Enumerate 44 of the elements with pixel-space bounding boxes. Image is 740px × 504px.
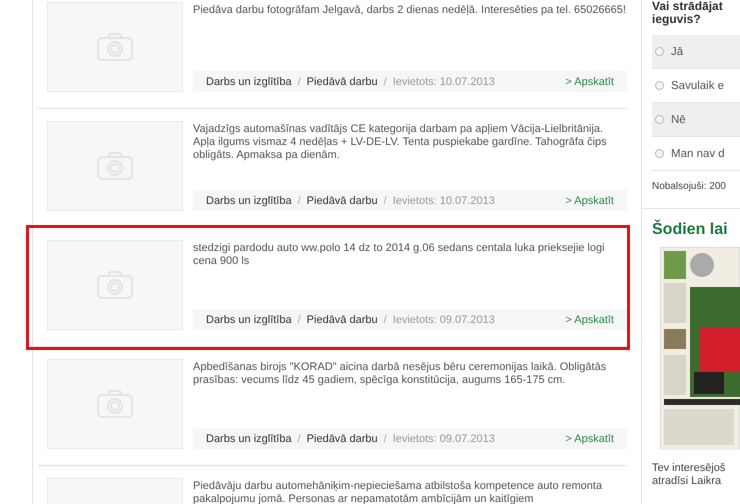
caption-text: Tev interesējoš atradīsi Laikra	[652, 462, 726, 488]
separator-slash: /	[384, 76, 387, 88]
listing-text: Piedāvāju darbu automehāniķim-nepieciešama atbilstoša kompetence auto remonta pakalpojumu jomā. Personas ar nepamatotām ambīcijām un kaitīgiem	[193, 480, 604, 504]
separator-slash: /	[384, 314, 387, 326]
poll-question: Vai strādājat ieguvis?	[652, 0, 724, 26]
option-label: Nē	[671, 114, 686, 126]
poll-option[interactable]: Jā	[652, 35, 740, 69]
separator-slash: /	[384, 194, 387, 206]
date-text: Ievietots: 10.07.2013	[392, 76, 495, 88]
option-label: Savulaik e	[671, 80, 724, 92]
date-text: Ievietots: 09.07.2013	[392, 432, 495, 444]
listing-text: Apbedīšanas birojs "KORAD" aicina darbā nesējus bēru ceremonijas laikā. Obligātās prasības: vecums līdz 45 gadiem, spēcīga konstitūcija, augums 165-175 cm.	[193, 361, 608, 387]
view-link[interactable]: > Apskatīt	[565, 432, 614, 444]
radio-button[interactable]	[655, 115, 664, 124]
separator-slash: /	[298, 76, 301, 88]
view-link[interactable]: > Apskatīt	[565, 314, 614, 326]
category-link[interactable]: Darbs un izglītība	[206, 194, 292, 206]
category-link[interactable]: Darbs un izglītība	[206, 314, 292, 326]
poll-option[interactable]: Nē	[652, 103, 740, 137]
option-label: Jā	[671, 46, 684, 58]
date-text: Ievietots: 09.07.2013	[392, 314, 495, 326]
view-link[interactable]: > Apskatīt	[565, 76, 614, 88]
separator-slash: /	[298, 194, 301, 206]
subcategory-link[interactable]: Piedāvā darbu	[306, 194, 378, 206]
vote-count: Nobalsojuši: 200	[652, 181, 727, 192]
subcategory-link[interactable]: Piedāvā darbu	[306, 76, 378, 88]
option-label: Man nav d	[671, 148, 725, 160]
separator-slash: /	[298, 314, 301, 326]
date-text: Ievietots: 10.07.2013	[392, 194, 495, 206]
separator-slash: /	[298, 432, 301, 444]
view-link[interactable]: > Apskatīt	[565, 194, 614, 206]
category-link[interactable]: Darbs un izglītība	[206, 76, 292, 88]
radio-button[interactable]	[655, 149, 664, 158]
listing-text: Vajadzīgs automašīnas vadītājs CE kategorija darbam pa apļiem Vācija-Lielbritānija. Apļa ilgums vismaz 4 nedēļas + LV-DE-LV. Tenta puspiekabe gardīne. Tahogrāfa čips obligāts. Apmaksa pa dienām.	[193, 123, 608, 162]
poll-option[interactable]: Man nav d	[652, 137, 740, 171]
separator-slash: /	[384, 432, 387, 444]
radio-button[interactable]	[655, 81, 664, 90]
radio-button[interactable]	[655, 47, 664, 56]
subcategory-link[interactable]: Piedāvā darbu	[306, 314, 378, 326]
subcategory-link[interactable]: Piedāvā darbu	[306, 432, 378, 444]
category-link[interactable]: Darbs un izglītība	[206, 432, 292, 444]
listing-text: Piedāva darbu fotogrāfam Jelgavā, darbs 2 dienas nedēļā. Interesēties pa tel. 65026665!	[193, 4, 627, 17]
section-heading: Šodien lai	[652, 221, 729, 239]
listing-text: stedzigi pardodu auto ww.polo 14 dz to 2014 g.06 sedans centala luka prieksejie logi cena 900 ls	[193, 242, 606, 268]
